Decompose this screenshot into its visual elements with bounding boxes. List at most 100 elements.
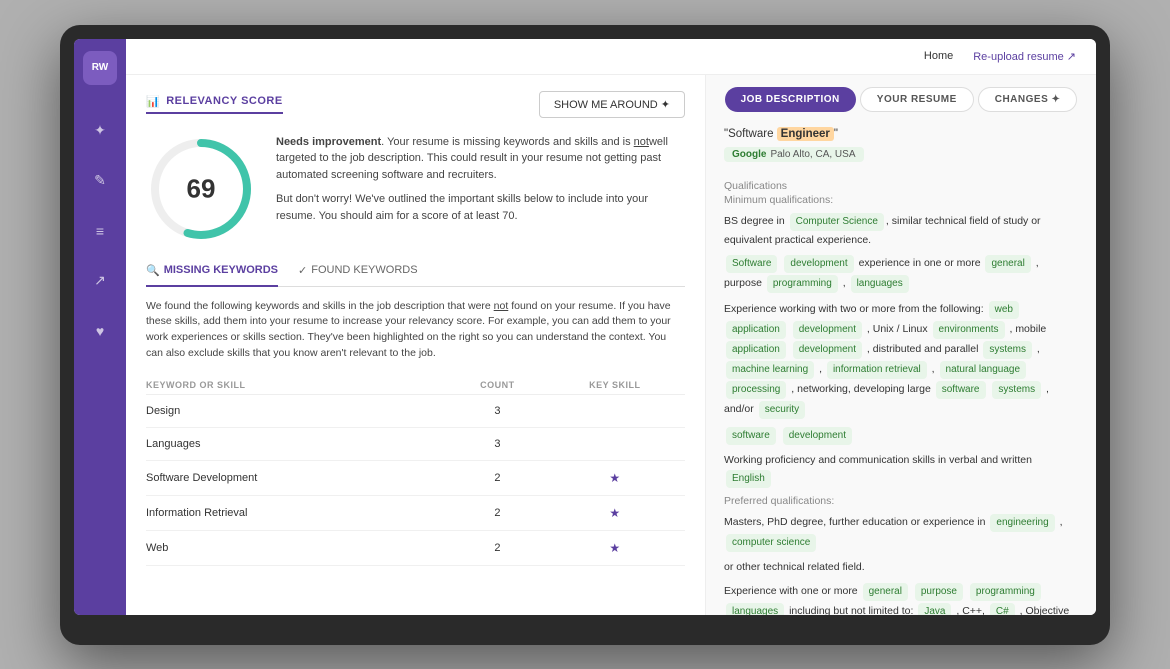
sidebar: RW ✦ ✎ ≡ ↗ ♥	[74, 39, 126, 615]
keyword-cell: Information Retrieval	[146, 495, 450, 530]
keywords-description: We found the following keywords and skil…	[146, 299, 685, 362]
missing-keywords-label: MISSING KEYWORDS	[164, 264, 278, 276]
table-row: Languages 3	[146, 427, 685, 460]
key-skill-cell: ★	[545, 460, 685, 495]
tag-machine-learning: machine learning	[726, 361, 814, 379]
tag-software-dev: software	[726, 427, 776, 445]
keywords-table: KEYWORD OR SKILL COUNT KEY SKILL Design …	[146, 376, 685, 566]
key-skill-cell	[545, 427, 685, 460]
tag-software2: software	[936, 381, 986, 399]
sidebar-icon-edit[interactable]: ✎	[86, 167, 114, 195]
keyword-cell: Languages	[146, 427, 450, 460]
count-cell: 3	[450, 427, 544, 460]
score-desc-1: . Your resume is missing keywords and sk…	[381, 136, 630, 148]
sidebar-icon-wand[interactable]: ✦	[86, 117, 114, 145]
tag-programming2: programming	[970, 583, 1041, 601]
keyword-cell: Design	[146, 394, 450, 427]
tag-web: web	[989, 301, 1019, 319]
main-content: Home Re-upload resume ↗ 📊 RELEVANCY SCOR…	[126, 39, 1096, 615]
star-icon: ★	[609, 506, 620, 520]
score-desc-3: But don't worry! We've outlined the impo…	[276, 191, 685, 224]
body-text-5: Masters, PhD degree, further education o…	[724, 513, 1078, 553]
tag-computer-science2: computer science	[726, 534, 816, 552]
body-text-2: Software development experience in one o…	[724, 254, 1078, 294]
company-name: Google	[732, 149, 766, 160]
tag-information-retrieval: information retrieval	[827, 361, 927, 379]
tag-application2: application	[726, 341, 786, 359]
chart-icon: 📊	[146, 95, 160, 108]
qualifications-label: Qualifications	[724, 180, 1078, 192]
nav-home[interactable]: Home	[924, 50, 953, 62]
check-icon: ✓	[298, 264, 307, 277]
content-area: 📊 RELEVANCY SCORE SHOW ME AROUND ✦ 69	[126, 75, 1096, 615]
tag-systems: systems	[983, 341, 1032, 359]
pref-label: Preferred qualifications:	[724, 495, 1078, 507]
tab-found-keywords[interactable]: ✓ FOUND KEYWORDS	[298, 264, 418, 287]
body-text-3: Experience working with two or more from…	[724, 300, 1078, 420]
key-skill-cell: ★	[545, 530, 685, 565]
relevancy-title-text: RELEVANCY SCORE	[166, 95, 283, 107]
tag-engineering: engineering	[990, 514, 1054, 532]
key-skill-cell	[545, 394, 685, 427]
tag-languages2: languages	[726, 603, 784, 615]
body-text-5b: or other technical related field.	[724, 559, 1078, 576]
score-circle: 69	[146, 134, 256, 244]
table-row: Software Development 2 ★	[146, 460, 685, 495]
nav-reupload[interactable]: Re-upload resume ↗	[973, 50, 1076, 63]
search-icon: 🔍	[146, 264, 160, 277]
sidebar-icon-list[interactable]: ≡	[86, 217, 114, 245]
sidebar-icon-heart[interactable]: ♥	[86, 317, 114, 345]
needs-improvement-label: Needs improvement	[276, 136, 381, 148]
right-tabs: JOB DESCRIPTION YOUR RESUME CHaNGES ✦	[724, 87, 1078, 112]
found-keywords-label: FOUND KEYWORDS	[311, 264, 417, 276]
tag-languages: languages	[851, 275, 909, 293]
company-badge: Google Palo Alto, CA, USA	[724, 147, 864, 162]
tag-security: security	[759, 401, 805, 419]
count-cell: 3	[450, 394, 544, 427]
job-title-prefix: "Software	[724, 128, 777, 140]
star-icon: ★	[609, 541, 620, 555]
tag-computer-science: Computer Science	[790, 213, 884, 231]
body-text-softwaredev: software development	[724, 426, 1078, 446]
sidebar-icon-chart[interactable]: ↗	[86, 267, 114, 295]
tab-missing-keywords[interactable]: 🔍 MISSING KEYWORDS	[146, 264, 278, 287]
star-icon: ★	[609, 471, 620, 485]
tag-csharp: C#	[990, 603, 1015, 615]
relevancy-title: 📊 RELEVANCY SCORE	[146, 95, 283, 114]
score-section: 69 Needs improvement. Your resume is mis…	[146, 134, 685, 244]
col-keyword-header: KEYWORD OR SKILL	[146, 376, 450, 395]
tag-software: Software	[726, 255, 777, 273]
tag-purpose: purpose	[915, 583, 963, 601]
left-panel: 📊 RELEVANCY SCORE SHOW ME AROUND ✦ 69	[126, 75, 706, 615]
tag-development3: development	[793, 341, 862, 359]
relevancy-header: 📊 RELEVANCY SCORE SHOW ME AROUND ✦	[146, 91, 685, 118]
tab-your-resume[interactable]: YOUR RESUME	[860, 87, 974, 112]
col-key-skill-header: KEY SKILL	[545, 376, 685, 395]
tag-natural-language: natural language	[940, 361, 1027, 379]
tag-english: English	[726, 470, 771, 488]
body-text-6: Experience with one or more general purp…	[724, 582, 1078, 615]
sidebar-logo[interactable]: RW	[83, 51, 117, 85]
tag-programming: programming	[767, 275, 838, 293]
tag-general2: general	[863, 583, 908, 601]
score-description: Needs improvement. Your resume is missin…	[276, 134, 685, 225]
top-nav: Home Re-upload resume ↗	[126, 39, 1096, 75]
keyword-cell: Software Development	[146, 460, 450, 495]
company-location: Palo Alto, CA, USA	[770, 149, 855, 160]
body-text-4: Working proficiency and communication sk…	[724, 452, 1078, 489]
table-row: Information Retrieval 2 ★	[146, 495, 685, 530]
score-not-text: not	[634, 136, 649, 148]
tab-changes[interactable]: CHaNGES ✦	[978, 87, 1078, 112]
tag-development2: development	[793, 321, 862, 339]
job-title-line: "Software Engineer"	[724, 128, 1078, 140]
keyword-cell: Web	[146, 530, 450, 565]
tag-java: Java	[918, 603, 951, 615]
table-row: Web 2 ★	[146, 530, 685, 565]
min-qual-label: Minimum qualifications:	[724, 194, 1078, 206]
key-skill-cell: ★	[545, 495, 685, 530]
show-me-around-button[interactable]: SHOW ME AROUND ✦	[539, 91, 685, 118]
logo-text: RW	[92, 62, 108, 73]
tag-environments: environments	[933, 321, 1005, 339]
tab-job-description[interactable]: JOB DESCRIPTION	[725, 87, 856, 112]
tag-general: general	[985, 255, 1030, 273]
